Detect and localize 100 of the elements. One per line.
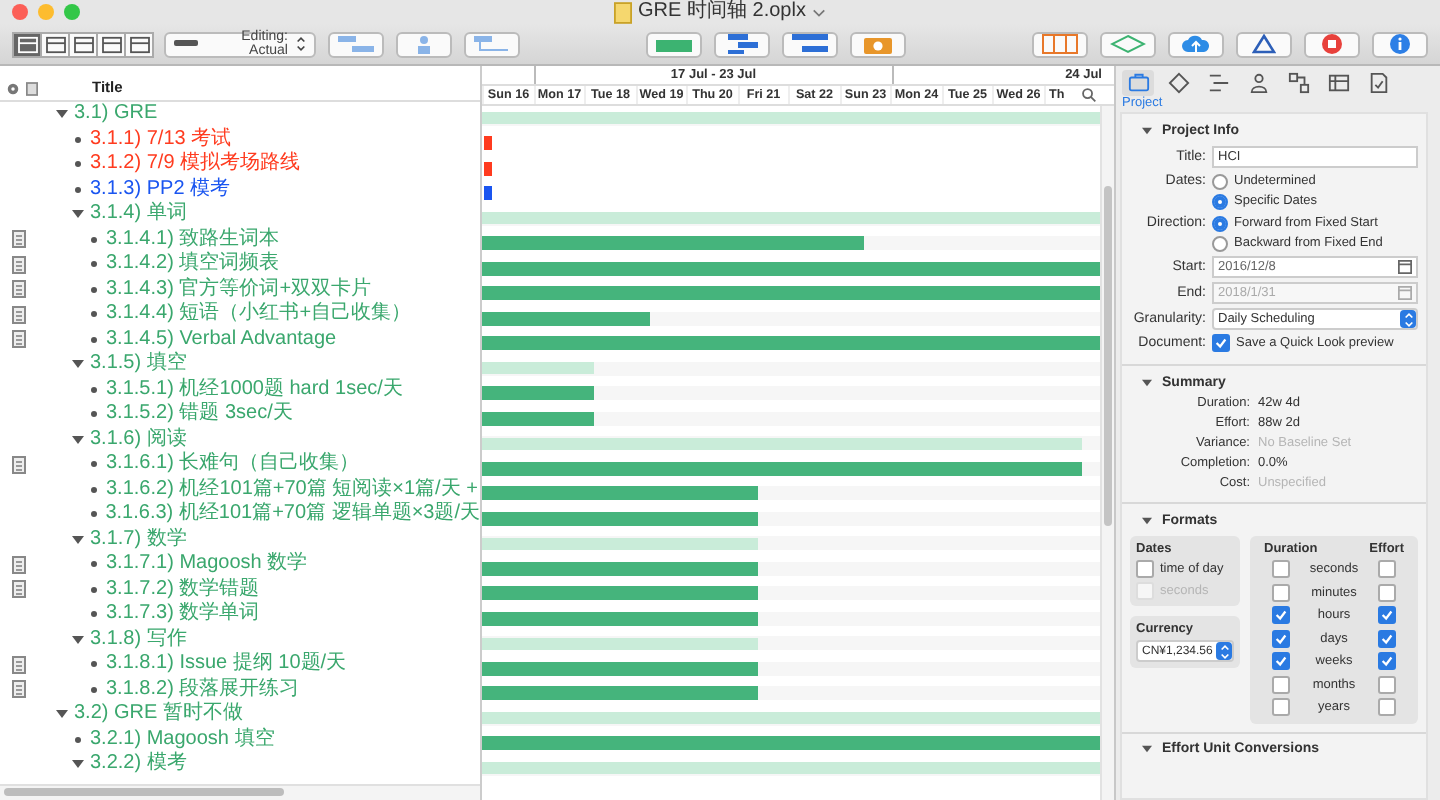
disclosure-triangle-icon[interactable] <box>1142 744 1152 754</box>
checkbox[interactable] <box>1378 652 1396 671</box>
task-title[interactable]: 3.1.6.2) 机经101篇+70篇 短阅读×1篇/天 + <box>106 477 478 502</box>
task-bar[interactable] <box>482 561 758 576</box>
task-bar[interactable] <box>482 661 758 676</box>
task-title[interactable]: 3.1.3) PP2 模考 <box>90 177 231 202</box>
checkbox[interactable] <box>1272 675 1290 694</box>
radio-button[interactable] <box>1212 173 1228 189</box>
disclosure-triangle-icon[interactable] <box>72 208 84 221</box>
task-title[interactable]: 3.1.7) 数学 <box>90 527 187 552</box>
task-title[interactable]: 3.1.7.3) 数学单词 <box>106 602 260 627</box>
gear-icon[interactable] <box>6 82 20 96</box>
disclosure-triangle-icon[interactable] <box>56 708 68 721</box>
task-bar[interactable] <box>482 261 1102 276</box>
checkbox[interactable] <box>1272 606 1290 625</box>
task-title[interactable]: 3.1.4.5) Verbal Advantage <box>106 327 337 352</box>
task-bar[interactable] <box>482 411 594 426</box>
task-bar[interactable] <box>482 736 1102 751</box>
checkbox[interactable] <box>1378 698 1396 717</box>
disclosure-triangle-icon[interactable] <box>72 358 84 371</box>
grid-button[interactable] <box>1032 31 1088 57</box>
view-mode-button[interactable] <box>12 31 42 57</box>
checkbox[interactable] <box>1378 583 1396 602</box>
task-bar[interactable] <box>482 511 758 526</box>
task-title[interactable]: 3.1.7.1) Magoosh 数学 <box>106 552 308 577</box>
radio-button[interactable] <box>1212 215 1228 231</box>
view-mode-button[interactable] <box>124 31 154 57</box>
triangle-button[interactable] <box>1236 31 1292 57</box>
task-title[interactable]: 3.2.1) Magoosh 填空 <box>90 727 275 752</box>
task-title[interactable]: 3.1.6) 阅读 <box>90 427 187 452</box>
close-button[interactable] <box>12 4 28 20</box>
task-title[interactable]: 3.1.4.1) 致路生词本 <box>106 227 280 252</box>
zoom-icon[interactable] <box>1080 86 1098 104</box>
task-bar[interactable] <box>482 686 758 701</box>
indent-button[interactable] <box>328 31 384 57</box>
task-title[interactable]: 3.1.5.1) 机经1000题 hard 1sec/天 <box>106 377 403 402</box>
task-title[interactable]: 3.1.4.4) 短语（小红书+自己收集） <box>106 302 412 327</box>
checkbox[interactable] <box>1378 606 1396 625</box>
disclosure-triangle-icon[interactable] <box>72 433 84 446</box>
calendar-icon[interactable] <box>1398 260 1412 274</box>
task-title[interactable]: 3.1.8.1) Issue 提纲 10题/天 <box>106 652 347 677</box>
task-bar[interactable] <box>482 236 864 251</box>
radio-button[interactable] <box>1212 193 1228 209</box>
disclosure-triangle-icon[interactable] <box>56 108 68 121</box>
task-title[interactable]: 3.1.8.2) 段落展开练习 <box>106 677 300 702</box>
zoom-button[interactable] <box>64 4 80 20</box>
disclosure-triangle-icon[interactable] <box>72 633 84 646</box>
task-title[interactable]: 3.1.4.3) 官方等价词+双双卡片 <box>106 277 372 302</box>
task-title[interactable]: 3.1.8) 写作 <box>90 627 187 652</box>
disclosure-triangle-icon[interactable] <box>72 758 84 771</box>
connect-button[interactable] <box>464 31 520 57</box>
task-title[interactable]: 3.1.5.2) 错题 3sec/天 <box>106 402 293 427</box>
note-icon[interactable] <box>11 580 25 599</box>
task-bar[interactable] <box>482 586 758 601</box>
task-bar[interactable] <box>482 461 1082 476</box>
task-title[interactable]: 3.1.7.2) 数学错题 <box>106 577 260 602</box>
briefcase-tab[interactable] <box>1122 70 1154 96</box>
task-button[interactable] <box>714 31 770 57</box>
stop-button[interactable] <box>1304 31 1360 57</box>
checkbox[interactable] <box>1272 698 1290 717</box>
task-title[interactable]: 3.1.4.2) 填空词频表 <box>106 252 280 277</box>
checkbox[interactable] <box>1272 652 1290 671</box>
disclosure-triangle-icon[interactable] <box>1142 377 1152 387</box>
milestone-marker[interactable] <box>484 186 492 201</box>
task-bar[interactable] <box>482 286 1102 301</box>
note-icon[interactable] <box>11 655 25 674</box>
disclosure-triangle-icon[interactable] <box>1142 125 1152 135</box>
cloud-upload-button[interactable] <box>1168 31 1224 57</box>
chevron-icon[interactable] <box>811 7 826 17</box>
diamond-button[interactable] <box>1100 31 1156 57</box>
task-bar[interactable] <box>482 486 758 501</box>
milestone-button[interactable] <box>646 31 702 57</box>
view-mode-button[interactable] <box>96 31 126 57</box>
milestone-marker[interactable] <box>484 161 492 176</box>
disclosure-triangle-icon[interactable] <box>1142 515 1152 525</box>
disclosure-triangle-icon[interactable] <box>72 533 84 546</box>
milestone-marker[interactable] <box>484 136 492 151</box>
note-icon[interactable] <box>11 255 25 274</box>
info-button[interactable] <box>1372 31 1428 57</box>
checkbox[interactable] <box>1378 629 1396 648</box>
task-title[interactable]: 3.1.2) 7/9 模拟考场路线 <box>90 152 301 177</box>
task-title[interactable]: 3.1.4) 单词 <box>90 202 187 227</box>
task-title[interactable]: 3.1.6.3) 机经101篇+70篇 逻辑单题×3题/天 <box>105 502 480 527</box>
task-title[interactable]: 3.1.1) 7/13 考试 <box>90 127 232 152</box>
view-mode-button[interactable] <box>68 31 98 57</box>
checkbox[interactable] <box>1136 560 1154 578</box>
scrollbar-thumb[interactable] <box>4 788 284 796</box>
task-title[interactable]: 3.2.2) 模考 <box>90 752 187 777</box>
note-icon[interactable] <box>11 305 25 324</box>
task-title[interactable]: 3.1) GRE <box>74 102 158 127</box>
group-button[interactable] <box>782 31 838 57</box>
task-title[interactable]: 3.1.6.1) 长难句（自己收集） <box>106 452 360 477</box>
note-column-icon[interactable] <box>26 82 38 96</box>
task-title[interactable]: 3.2) GRE 暂时不做 <box>74 702 243 727</box>
task-bar[interactable] <box>482 611 758 626</box>
camera-button[interactable] <box>850 31 906 57</box>
note-icon[interactable] <box>11 455 25 474</box>
note-icon[interactable] <box>11 555 25 574</box>
task-bar[interactable] <box>482 311 650 326</box>
checkbox[interactable] <box>1272 560 1290 579</box>
